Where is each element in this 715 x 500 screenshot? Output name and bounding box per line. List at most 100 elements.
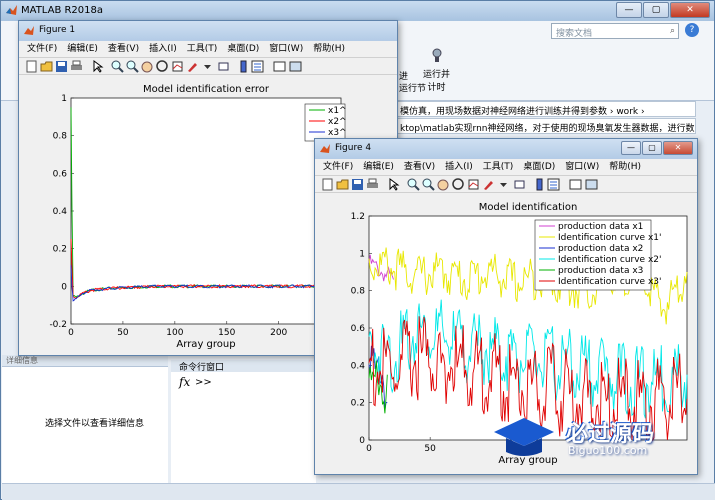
show-plot-tools-icon[interactable] — [289, 60, 302, 73]
brush-icon[interactable] — [186, 60, 199, 73]
new-figure-icon[interactable] — [25, 60, 38, 73]
menu-insert[interactable]: 插入(I) — [149, 41, 177, 57]
print-icon[interactable] — [366, 178, 379, 191]
watermark-url: Biguo100.com — [568, 444, 648, 457]
figure-icon — [320, 144, 330, 153]
zoom-out-icon[interactable] — [422, 178, 435, 191]
data-cursor-icon[interactable] — [171, 60, 184, 73]
figure4-maximize-button[interactable]: ▢ — [642, 141, 662, 155]
x-tick-label: 0 — [366, 444, 372, 454]
figure4-window-controls: — ▢ ✕ — [621, 141, 693, 155]
minimize-button[interactable]: — — [616, 2, 642, 18]
menu-help[interactable]: 帮助(H) — [313, 41, 345, 57]
legend-label: Identification curve x2' — [558, 255, 661, 265]
y-tick-label: 0.6 — [53, 169, 68, 179]
colorbar-icon[interactable] — [237, 60, 250, 73]
legend-label: Identification curve x3' — [558, 277, 661, 287]
x-tick-label: 150 — [218, 328, 235, 338]
rotate-icon[interactable] — [452, 178, 465, 191]
open-file-icon[interactable] — [40, 60, 53, 73]
menu-tools[interactable]: 工具(T) — [187, 41, 218, 57]
y-tick-label: 0.4 — [351, 361, 366, 371]
x-tick-label: 0 — [68, 328, 74, 338]
save-icon[interactable] — [351, 178, 364, 191]
run-time-icon[interactable] — [429, 47, 445, 63]
menu-view[interactable]: 查看(V) — [108, 41, 139, 57]
y-tick-label: 0.8 — [53, 132, 68, 142]
menu-insert[interactable]: 插入(I) — [445, 159, 473, 175]
main-titlebar: MATLAB R2018a — ▢ ✕ — [1, 1, 714, 21]
legend-label: production data x1 — [558, 222, 643, 232]
legend-icon[interactable] — [547, 178, 560, 191]
figure1-toolbar — [19, 57, 397, 75]
brush-dropdown-icon[interactable] — [497, 178, 510, 191]
figure1-title: Figure 1 — [39, 25, 76, 35]
matlab-logo-icon — [6, 5, 17, 15]
command-prompt[interactable]: >> — [195, 377, 212, 388]
menu-help[interactable]: 帮助(H) — [609, 159, 641, 175]
rotate-icon[interactable] — [156, 60, 169, 73]
hide-plot-tools-icon[interactable] — [569, 178, 582, 191]
legend-label: production data x3 — [558, 266, 643, 276]
search-input[interactable]: 搜索文档 ⌕ — [551, 23, 679, 39]
show-plot-tools-icon[interactable] — [585, 178, 598, 191]
x-tick-label: 50 — [424, 444, 436, 454]
y-tick-label: 0 — [61, 282, 67, 292]
pointer-icon[interactable] — [91, 60, 104, 73]
brush-dropdown-icon[interactable] — [201, 60, 214, 73]
details-placeholder-text: 选择文件以查看详细信息 — [45, 419, 145, 429]
figure4-minimize-button[interactable]: — — [621, 141, 641, 155]
menu-edit[interactable]: 编辑(E) — [363, 159, 394, 175]
brush-icon[interactable] — [482, 178, 495, 191]
help-icon[interactable]: ? — [685, 23, 699, 37]
y-tick-label: 0.6 — [351, 324, 366, 334]
ribbon-run-section-label[interactable]: 运行节 — [399, 81, 426, 94]
print-icon[interactable] — [70, 60, 83, 73]
ribbon-advance-label[interactable]: 进 — [399, 69, 408, 82]
data-cursor-icon[interactable] — [467, 178, 480, 191]
zoom-in-icon[interactable] — [407, 178, 420, 191]
menu-file[interactable]: 文件(F) — [27, 41, 57, 57]
link-icon[interactable] — [217, 60, 230, 73]
maximize-button[interactable]: ▢ — [643, 2, 669, 18]
new-figure-icon[interactable] — [321, 178, 334, 191]
file-path-bar[interactable]: ktop\matlab实现rnn神经网络，对于使用的现场臭氧发生器数据，进行数.… — [396, 118, 696, 134]
search-icon[interactable]: ⌕ — [670, 26, 675, 36]
figure4-close-button[interactable]: ✕ — [663, 141, 693, 155]
y-tick-label: 0.8 — [351, 287, 366, 297]
chart-title: Model identification error — [143, 84, 270, 95]
zoom-out-icon[interactable] — [126, 60, 139, 73]
save-icon[interactable] — [55, 60, 68, 73]
path-bar[interactable]: 模仿真，用现场数据对神经网络进行训练并得到参数 › work › — [396, 101, 696, 117]
figure4-titlebar: Figure 4 — ▢ ✕ — [315, 139, 697, 159]
pan-icon[interactable] — [437, 178, 450, 191]
command-window[interactable] — [171, 372, 316, 483]
link-icon[interactable] — [513, 178, 526, 191]
pointer-icon[interactable] — [387, 178, 400, 191]
y-tick-label: 0.2 — [351, 399, 365, 409]
y-tick-label: 1 — [61, 94, 67, 104]
legend-label: Identification curve x1' — [558, 233, 661, 243]
hide-plot-tools-icon[interactable] — [273, 60, 286, 73]
menu-view[interactable]: 查看(V) — [404, 159, 435, 175]
menu-file[interactable]: 文件(F) — [323, 159, 353, 175]
colorbar-icon[interactable] — [533, 178, 546, 191]
y-tick-label: 0.2 — [53, 245, 67, 255]
open-file-icon[interactable] — [336, 178, 349, 191]
menu-window[interactable]: 窗口(W) — [565, 159, 599, 175]
menu-window[interactable]: 窗口(W) — [269, 41, 303, 57]
legend-icon[interactable] — [251, 60, 264, 73]
menu-desktop[interactable]: 桌面(D) — [523, 159, 555, 175]
y-tick-label: 1.2 — [351, 212, 365, 222]
fx-icon[interactable]: fx — [179, 375, 190, 389]
menu-edit[interactable]: 编辑(E) — [67, 41, 98, 57]
legend-label: production data x2 — [558, 244, 643, 254]
menu-tools[interactable]: 工具(T) — [483, 159, 514, 175]
search-placeholder: 搜索文档 — [556, 29, 593, 39]
menu-desktop[interactable]: 桌面(D) — [227, 41, 259, 57]
pan-icon[interactable] — [141, 60, 154, 73]
zoom-in-icon[interactable] — [111, 60, 124, 73]
close-button[interactable]: ✕ — [670, 2, 710, 18]
figure4-toolbar — [315, 175, 697, 193]
ribbon-run-time-label[interactable]: 运行并 计时 — [423, 67, 450, 93]
